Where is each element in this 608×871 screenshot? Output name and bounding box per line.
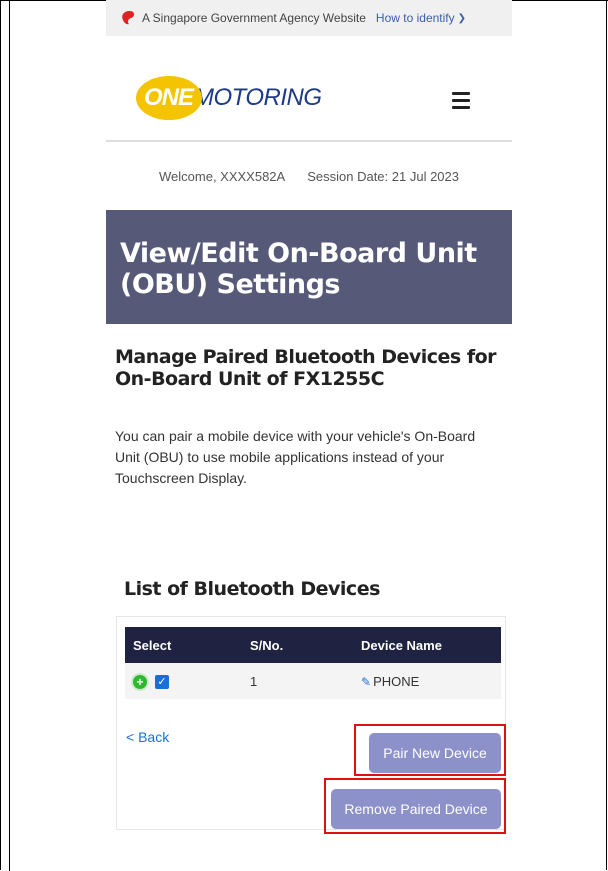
chevron-down-icon[interactable]: ❯ [458,13,466,24]
device-name-cell[interactable]: ✎ PHONE [353,663,501,699]
welcome-text: Welcome, XXXX582A [159,168,286,184]
logo-bubble: ONE [136,76,202,120]
row-checkbox[interactable]: ✓ [155,674,169,689]
site-header: ONE MOTORING [106,36,512,142]
section-description: You can pair a mobile device with your v… [115,428,476,486]
session-date: Session Date: 21 Jul 2023 [307,168,459,184]
left-divider [9,0,10,871]
onemotoring-logo[interactable]: ONE MOTORING [136,76,322,120]
column-header-select: Select [133,637,172,653]
agency-text: A Singapore Government Agency Website [142,11,366,25]
table-row: + ✓ 1 ✎ PHONE [125,663,501,699]
how-to-identify-link[interactable]: How to identify [376,11,455,25]
select-cell: + ✓ [125,663,242,699]
gov-masthead: A Singapore Government Agency Website Ho… [106,0,512,36]
sg-lion-icon [122,11,135,25]
column-header-sno: S/No. [250,637,284,653]
intro-section: Manage Paired Bluetooth Devices for On-B… [106,324,512,489]
back-link[interactable]: < Back [126,729,169,745]
page-title: View/Edit On-Board Unit (OBU) Settings [106,210,512,324]
device-table: Select S/No. Device Name + ✓ 1 ✎ PHONE [125,627,501,699]
device-name[interactable]: PHONE [373,674,419,689]
column-header-device-name: Device Name [361,637,442,653]
hamburger-menu-icon[interactable] [452,92,470,109]
mobile-page: A Singapore Government Agency Website Ho… [106,0,512,830]
device-list-title: List of Bluetooth Devices [124,578,380,600]
table-header-row: Select S/No. Device Name [125,627,501,663]
expand-plus-icon[interactable]: + [133,674,147,689]
logo-one: ONE [144,84,194,111]
welcome-bar: Welcome, XXXX582A Session Date: 21 Jul 2… [106,142,512,210]
logo-motoring: MOTORING [194,84,322,111]
remove-button-highlight [324,778,506,834]
sno-cell: 1 [250,673,258,689]
pair-button-highlight [354,724,506,776]
section-title: Manage Paired Bluetooth Devices for On-B… [115,346,497,390]
edit-icon[interactable]: ✎ [361,675,371,689]
